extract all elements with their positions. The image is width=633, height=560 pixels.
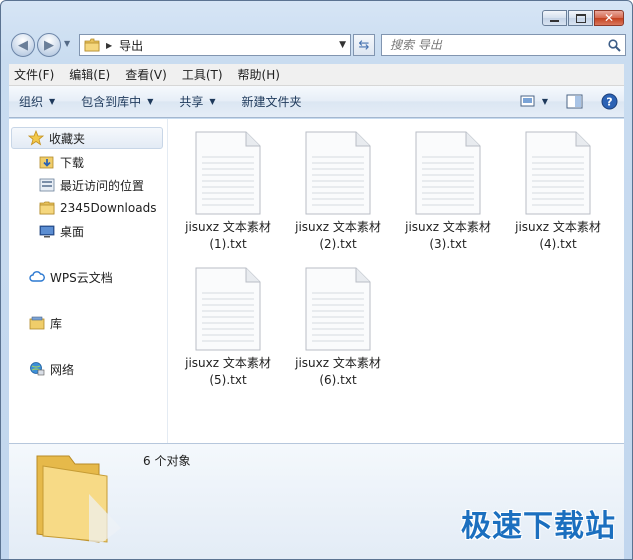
- view-mode-icon[interactable]: [520, 95, 536, 108]
- folder-icon: [84, 38, 100, 52]
- sidebar-item-label: 2345Downloads: [60, 201, 157, 215]
- sidebar-item-label: 桌面: [60, 224, 85, 239]
- sidebar-item-recent[interactable]: 最近访问的位置: [39, 175, 144, 195]
- sidebar-item-label: 最近访问的位置: [60, 178, 145, 193]
- breadcrumb-current[interactable]: 导出: [119, 37, 143, 54]
- organize-label: 组织: [19, 95, 44, 109]
- file-item[interactable]: jisuxz 文本素材 (6).txt: [283, 267, 393, 389]
- chevron-down-icon: ▼: [209, 97, 216, 106]
- sidebar-item-label: 网络: [50, 362, 75, 377]
- menu-bar: 文件(F) 编辑(E) 查看(V) 工具(T) 帮助(H): [9, 64, 624, 86]
- menu-help[interactable]: 帮助(H): [238, 66, 280, 83]
- search-box[interactable]: [381, 34, 626, 56]
- folder-icon: [39, 200, 55, 216]
- star-icon: [28, 130, 44, 146]
- svg-text:?: ?: [606, 96, 612, 109]
- watermark-logo: 极速下载站: [461, 509, 616, 544]
- forward-button[interactable]: ▶: [37, 33, 61, 57]
- text-file-icon: [305, 131, 371, 215]
- sidebar-item-wps[interactable]: WPS云文档: [29, 267, 113, 287]
- help-icon[interactable]: ?: [601, 93, 618, 110]
- network-icon: [29, 361, 45, 377]
- view-controls: ▼ ?: [510, 93, 618, 110]
- library-icon: [29, 315, 45, 331]
- recent-places-icon: [39, 177, 55, 193]
- sidebar-item-label: 收藏夹: [49, 131, 86, 146]
- explorer-window: ✕ ◀ ▶ ▼ ▶ 导出 ▼ ⇆ 文件(F) 编辑(E) 查看(V) 工具(T): [0, 0, 633, 560]
- menu-tools[interactable]: 工具(T): [182, 66, 223, 83]
- include-library-label: 包含到库中: [81, 95, 142, 109]
- text-file-icon: [525, 131, 591, 215]
- command-bar: 组织 ▼ 包含到库中 ▼ 共享 ▼ 新建文件夹 ▼ ?: [9, 86, 624, 118]
- magnifier-icon[interactable]: [608, 38, 621, 52]
- details-pane: 6 个对象 极速下载站: [9, 443, 624, 559]
- file-name: jisuxz 文本素材 (2).txt: [295, 220, 381, 251]
- address-dropdown-icon[interactable]: ▼: [339, 40, 346, 50]
- file-item[interactable]: jisuxz 文本素材 (2).txt: [283, 131, 393, 253]
- cloud-icon: [29, 269, 45, 285]
- refresh-button[interactable]: ⇆: [353, 34, 375, 56]
- file-name: jisuxz 文本素材 (5).txt: [185, 356, 271, 387]
- menu-file[interactable]: 文件(F): [14, 66, 54, 83]
- sidebar-item-label: WPS云文档: [50, 270, 113, 285]
- refresh-icon: ⇆: [358, 37, 370, 53]
- address-bar[interactable]: ▶ 导出 ▼: [79, 34, 351, 56]
- navigation-row: ◀ ▶ ▼ ▶ 导出 ▼ ⇆: [9, 33, 626, 59]
- chevron-down-icon: ▼: [147, 97, 154, 106]
- share-button[interactable]: 共享 ▼: [179, 93, 215, 110]
- chevron-down-icon: ▼: [49, 97, 56, 106]
- back-button[interactable]: ◀: [11, 33, 35, 57]
- breadcrumb-separator-icon[interactable]: ▶: [106, 41, 112, 50]
- organize-button[interactable]: 组织 ▼: [19, 93, 55, 110]
- item-count: 6 个对象: [143, 454, 191, 468]
- sidebar-item-favorites[interactable]: 收藏夹: [11, 127, 163, 149]
- sidebar-item-label: 库: [50, 316, 63, 331]
- include-library-button[interactable]: 包含到库中 ▼: [81, 93, 153, 110]
- minimize-icon: [550, 20, 559, 22]
- minimize-button[interactable]: [542, 10, 567, 26]
- maximize-button[interactable]: [568, 10, 593, 26]
- text-file-icon: [305, 267, 371, 351]
- file-name: jisuxz 文本素材 (3).txt: [405, 220, 491, 251]
- file-item[interactable]: jisuxz 文本素材 (3).txt: [393, 131, 503, 253]
- sidebar-item-library[interactable]: 库: [29, 313, 62, 333]
- preview-pane-icon[interactable]: [566, 94, 583, 109]
- maximize-icon: [575, 13, 586, 23]
- new-folder-label: 新建文件夹: [241, 95, 302, 109]
- file-name: jisuxz 文本素材 (6).txt: [295, 356, 381, 387]
- text-file-icon: [195, 267, 261, 351]
- desktop-icon: [39, 223, 55, 239]
- text-file-icon: [415, 131, 481, 215]
- view-dropdown-icon[interactable]: ▼: [542, 97, 548, 106]
- back-arrow-icon: ◀: [18, 37, 28, 53]
- text-file-icon: [195, 131, 261, 215]
- content-area: 收藏夹 下载 最近访问的位置 2345Downloads 桌面 WPS云文档 库…: [9, 119, 624, 443]
- sidebar-item-network[interactable]: 网络: [29, 359, 74, 379]
- sidebar-item-desktop[interactable]: 桌面: [39, 221, 84, 241]
- share-label: 共享: [179, 95, 204, 109]
- navigation-pane: 收藏夹 下载 最近访问的位置 2345Downloads 桌面 WPS云文档 库…: [9, 119, 168, 443]
- history-dropdown-icon[interactable]: ▼: [64, 39, 70, 48]
- sidebar-item-downloads[interactable]: 下载: [39, 152, 84, 172]
- file-list: jisuxz 文本素材 (1).txt jisuxz 文本素材 (2).txt ji…: [167, 119, 624, 443]
- search-input[interactable]: [388, 37, 592, 53]
- large-folder-icon: [36, 455, 121, 543]
- file-item[interactable]: jisuxz 文本素材 (5).txt: [173, 267, 283, 389]
- close-button[interactable]: ✕: [594, 10, 624, 26]
- sidebar-item-2345downloads[interactable]: 2345Downloads: [39, 198, 156, 218]
- new-folder-button[interactable]: 新建文件夹: [242, 93, 302, 110]
- sidebar-item-label: 下载: [60, 155, 85, 170]
- file-name: jisuxz 文本素材 (4).txt: [515, 220, 601, 251]
- forward-arrow-icon: ▶: [44, 37, 54, 53]
- close-icon: ✕: [603, 11, 615, 25]
- menu-view[interactable]: 查看(V): [125, 66, 167, 83]
- file-name: jisuxz 文本素材 (1).txt: [185, 220, 271, 251]
- menu-edit[interactable]: 编辑(E): [69, 66, 110, 83]
- caption-buttons: ✕: [541, 10, 624, 26]
- downloads-folder-icon: [39, 154, 55, 170]
- file-item[interactable]: jisuxz 文本素材 (1).txt: [173, 131, 283, 253]
- file-item[interactable]: jisuxz 文本素材 (4).txt: [503, 131, 613, 253]
